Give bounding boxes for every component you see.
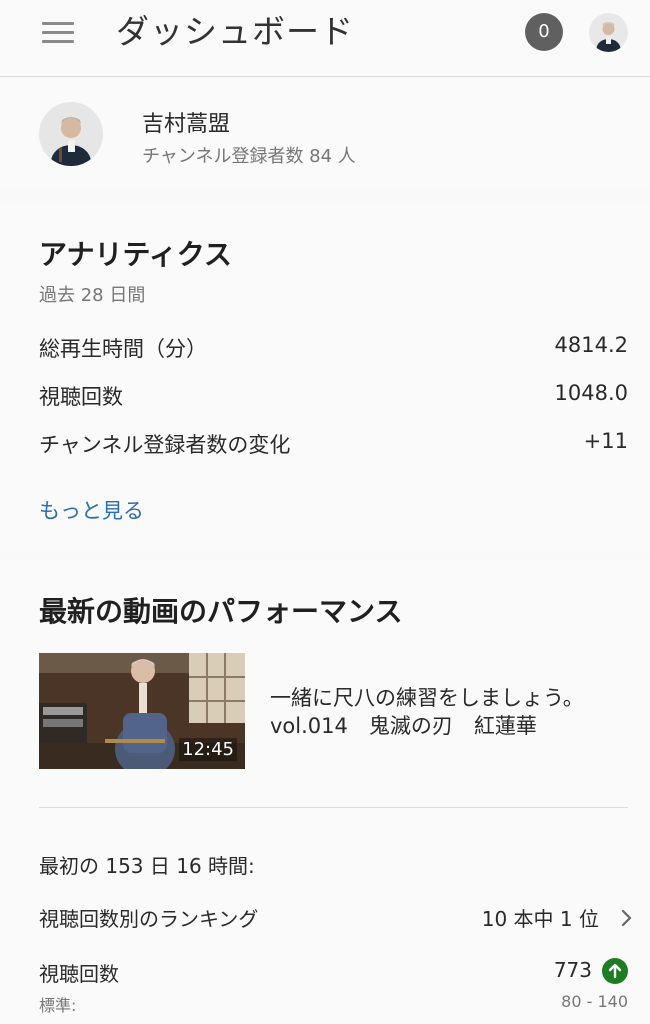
page-title: ダッシュボード [116, 12, 354, 51]
notification-count-badge[interactable]: 0 [525, 13, 563, 51]
metric-row-views: 視聴回数 1048.0 [39, 381, 628, 411]
channel-card: 吉村蒿盟 チャンネル登録者数 84 人 [0, 78, 650, 190]
latest-video-title: 最新の動画のパフォーマンス [39, 595, 403, 628]
metric-label: チャンネル登録者数の変化 [39, 433, 291, 457]
profile-avatar[interactable] [589, 13, 628, 52]
video-thumbnail[interactable]: 12:45 [39, 653, 245, 769]
analytics-card: アナリティクス 過去 28 日間 総再生時間（分） 4814.2 視聴回数 10… [0, 203, 650, 545]
metric-row-subscriber-change: チャンネル登録者数の変化 +11 [39, 429, 628, 459]
analytics-title: アナリティクス [39, 238, 232, 271]
video-duration: 12:45 [179, 738, 237, 761]
app-bar: ダッシュボード 0 [0, 0, 650, 77]
channel-subscriber-count: チャンネル登録者数 84 人 [142, 146, 356, 167]
metric-value: 4814.2 [554, 333, 628, 357]
metric-row-watch-time: 総再生時間（分） 4814.2 [39, 333, 628, 363]
see-more-link[interactable]: もっと見る [39, 495, 144, 525]
first-period-label: 最初の 153 日 16 時間: [39, 854, 255, 878]
divider [39, 807, 628, 808]
metric-label: 視聴回数 [39, 385, 123, 409]
arrow-up-icon [602, 958, 628, 984]
channel-avatar[interactable] [39, 102, 103, 166]
video-title[interactable]: 一緒に尺八の練習をしましょう。 vol.014 鬼滅の刃 紅蓮華 [270, 684, 615, 740]
ranking-value: 10 本中 1 位 [481, 907, 599, 931]
analytics-period: 過去 28 日間 [39, 285, 146, 306]
normal-label: 標準: [39, 996, 77, 1015]
normal-range: 80 - 140 [561, 992, 628, 1011]
views-row: 視聴回数 773 標準: 80 - 140 [39, 958, 628, 1018]
ranking-row[interactable]: 視聴回数別のランキング 10 本中 1 位 [39, 900, 639, 934]
latest-video-card: 最新の動画のパフォーマンス 12:45 一緒に尺八の練習をしましょう。 vol.… [0, 560, 650, 1024]
metric-value: +11 [583, 429, 628, 453]
metric-label: 総再生時間（分） [39, 337, 207, 361]
chevron-right-icon [621, 909, 632, 927]
views-label: 視聴回数 [39, 962, 119, 986]
menu-icon[interactable] [42, 22, 74, 46]
metric-value: 1048.0 [554, 381, 628, 405]
ranking-label: 視聴回数別のランキング [39, 907, 259, 931]
views-value: 773 [553, 958, 592, 982]
channel-name: 吉村蒿盟 [142, 112, 231, 137]
